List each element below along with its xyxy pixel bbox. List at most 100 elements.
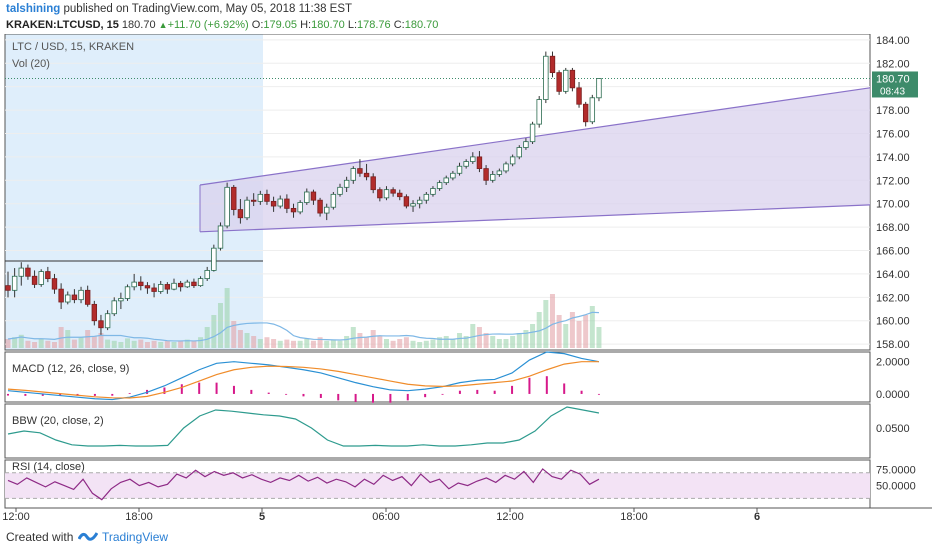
volume-bar [423, 340, 429, 348]
pane-border-bbw [4, 403, 871, 459]
candle-down [71, 294, 78, 301]
candle-up [503, 163, 509, 172]
candle-up [443, 177, 449, 184]
volume-bar [284, 339, 290, 348]
volume-bar [224, 288, 230, 348]
candle-down [144, 285, 151, 289]
volume-bar [563, 324, 569, 348]
volume-bar [496, 339, 502, 348]
candle-down [45, 271, 51, 280]
volume-bar [38, 338, 44, 348]
candle-up [563, 69, 569, 92]
macd-histogram-bar [580, 390, 583, 394]
volume-bar [337, 340, 343, 348]
volume-bar [5, 339, 11, 348]
price-tick-label: 164.00 [876, 269, 910, 281]
volume-bar [118, 342, 124, 348]
candle-down [264, 193, 270, 202]
macd-histogram-bar [7, 393, 9, 396]
rsi-label: RSI (14, close) [12, 461, 85, 473]
volume-bar [164, 340, 170, 348]
macd-histogram-bar [302, 393, 305, 397]
macd-histogram-bar [441, 393, 444, 395]
candle [403, 194, 410, 209]
high-label: H: [300, 19, 312, 31]
macd-histogram-bar [111, 393, 114, 396]
volume-bar [178, 340, 184, 348]
candle-countdown: 08:43 [880, 86, 905, 97]
volume-bar [71, 339, 77, 348]
candle-up [450, 172, 456, 179]
macd-histogram-bar [545, 376, 548, 394]
candle-down [177, 282, 184, 288]
volume-bar [158, 342, 164, 348]
rsi-tick-label: 50.0000 [876, 481, 916, 493]
candle-down [98, 320, 104, 329]
volume-bar [410, 340, 416, 348]
macd-histogram-bar [215, 382, 218, 394]
macd-histogram-bar [198, 382, 201, 394]
macd-histogram-bar [180, 384, 183, 394]
candle-down [390, 189, 396, 194]
macd-tick-label: 2.0000 [876, 357, 910, 369]
volume-bar [450, 339, 456, 348]
chart-area[interactable]: 184.00182.00180.00178.00176.00174.00172.… [0, 34, 932, 524]
rsi-tick-label: 75.0000 [876, 465, 916, 477]
volume-bar [51, 342, 57, 348]
price-axis[interactable]: 184.00182.00180.00178.00176.00174.00172.… [872, 35, 918, 493]
candle [556, 70, 562, 95]
candle-down [151, 287, 157, 292]
price-tick-label: 162.00 [876, 292, 910, 304]
volume-bar [330, 339, 336, 348]
candle-up [490, 174, 496, 181]
volume-bar [91, 336, 97, 348]
candle-up [543, 55, 549, 100]
candle-up [257, 193, 264, 202]
time-tick-label: 18:00 [125, 511, 153, 523]
candle-down [138, 281, 144, 287]
candle-up [65, 294, 71, 303]
pane-border-macd [4, 351, 871, 403]
candle-down [31, 275, 38, 285]
volume-bar [138, 339, 144, 348]
candle-up [496, 170, 503, 175]
candle-up [18, 267, 24, 277]
macd-histogram-bar [458, 390, 461, 394]
candle-down [377, 189, 383, 199]
created-with-label: Created with [6, 530, 74, 544]
candle [330, 192, 337, 210]
bbw-tick-label: 0.0500 [876, 423, 910, 435]
candle [529, 121, 536, 145]
candle-down [403, 196, 410, 207]
candle-up [509, 156, 516, 165]
candle-up [111, 300, 117, 315]
macd-histogram-bar [424, 393, 427, 398]
volume-bar [271, 339, 277, 348]
candle [549, 51, 556, 78]
candle-down [231, 186, 237, 210]
candle-up [596, 78, 602, 99]
candle-down [397, 192, 403, 198]
candle-up [158, 284, 164, 292]
symbol-label: KRAKEN:LTCUSD, 15 [6, 19, 119, 31]
author-name[interactable]: talshining [6, 3, 60, 15]
candle-up [436, 182, 443, 189]
tradingview-brand[interactable]: TradingView [102, 530, 168, 544]
volume-bar [596, 327, 602, 348]
candle-up [217, 225, 224, 249]
volume-bar [131, 340, 137, 348]
price-tick-label: 174.00 [876, 152, 910, 164]
volume-bar [364, 337, 370, 348]
time-axis[interactable]: 12:00 18:00 5 06:00 12:00 18:00 6 [2, 508, 760, 523]
candle-up [104, 313, 111, 329]
volume-bar [78, 337, 84, 348]
macd-histogram-bar [93, 393, 96, 396]
macd-histogram-bar [528, 377, 531, 394]
candle-down [58, 288, 64, 303]
volume-bar [403, 337, 409, 348]
volume-bar [417, 342, 423, 348]
volume-bar [257, 339, 263, 348]
chart-title: LTC / USD, 15, KRAKEN [12, 41, 134, 53]
volume-bar [516, 333, 522, 348]
volume-bar [144, 342, 150, 348]
